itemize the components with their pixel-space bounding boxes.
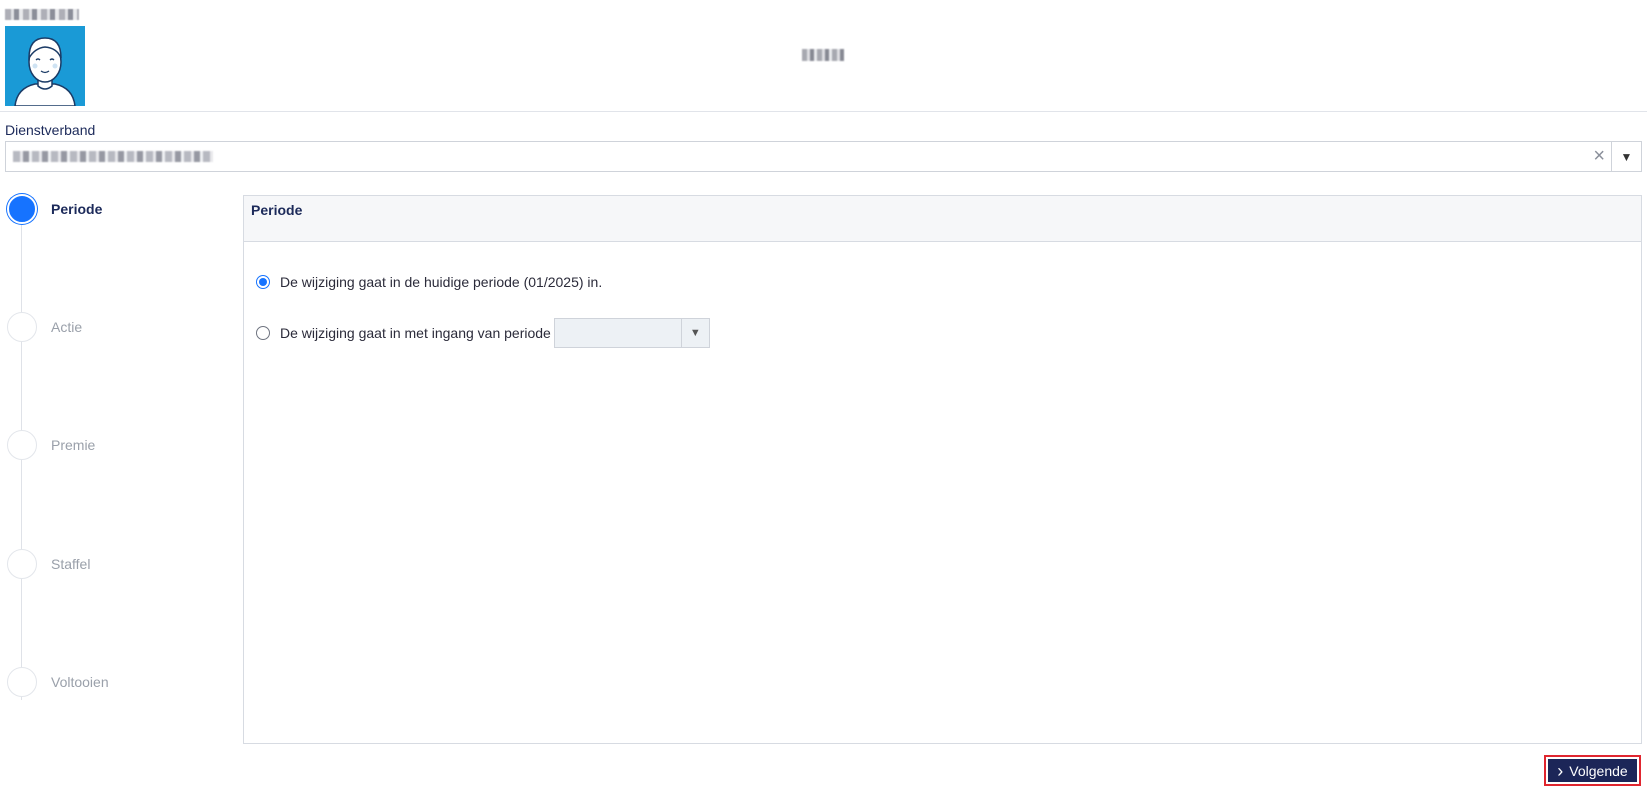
chevron-down-icon[interactable]: ▼: [680, 319, 709, 347]
radio-current-period[interactable]: [256, 275, 270, 289]
step-premie[interactable]: Premie: [7, 430, 227, 462]
step-voltooien[interactable]: Voltooien: [7, 667, 227, 699]
step-actie[interactable]: Actie: [7, 312, 227, 344]
step-indicator: [7, 312, 37, 342]
user-avatar-icon: [5, 26, 85, 106]
wizard-stepper: Periode Actie Premie Staffel Voltooien: [0, 190, 230, 720]
dienstverband-label: Dienstverband: [5, 122, 96, 138]
option-current-period[interactable]: De wijziging gaat in de huidige periode …: [256, 274, 602, 290]
period-select[interactable]: ▼: [553, 318, 710, 348]
step-label: Premie: [51, 437, 96, 453]
chevron-down-icon[interactable]: ▼: [1611, 142, 1641, 171]
clear-icon[interactable]: ×: [1593, 146, 1605, 166]
step-label: Voltooien: [51, 674, 109, 690]
next-button-focus-outline: › Volgende: [1544, 755, 1641, 786]
option-from-period-label: De wijziging gaat in met ingang van peri…: [280, 325, 551, 341]
step-indicator: [7, 667, 37, 697]
option-current-period-label: De wijziging gaat in de huidige periode …: [280, 274, 603, 290]
step-periode[interactable]: Periode: [7, 194, 227, 226]
step-label: Staffel: [51, 556, 91, 572]
dienstverband-value-redacted: [13, 151, 213, 162]
header: [0, 0, 1647, 112]
step-indicator: [7, 549, 37, 579]
next-button[interactable]: › Volgende: [1548, 759, 1637, 782]
employee-name-redacted: [5, 9, 79, 20]
step-indicator: [7, 194, 37, 224]
periode-panel: Periode De wijziging gaat in de huidige …: [243, 195, 1642, 744]
radio-from-period[interactable]: [256, 326, 270, 340]
chevron-right-icon: ›: [1557, 760, 1564, 781]
step-staffel[interactable]: Staffel: [7, 549, 227, 581]
step-label: Periode: [51, 201, 103, 217]
panel-title: Periode: [251, 202, 303, 218]
next-button-label: Volgende: [1569, 762, 1628, 779]
step-indicator: [7, 430, 37, 460]
step-label: Actie: [51, 319, 83, 335]
panel-header: Periode: [244, 196, 1641, 242]
page-title-redacted: [802, 49, 844, 61]
option-from-period[interactable]: De wijziging gaat in met ingang van peri…: [256, 318, 710, 348]
dienstverband-select[interactable]: × ▼: [5, 141, 1642, 172]
